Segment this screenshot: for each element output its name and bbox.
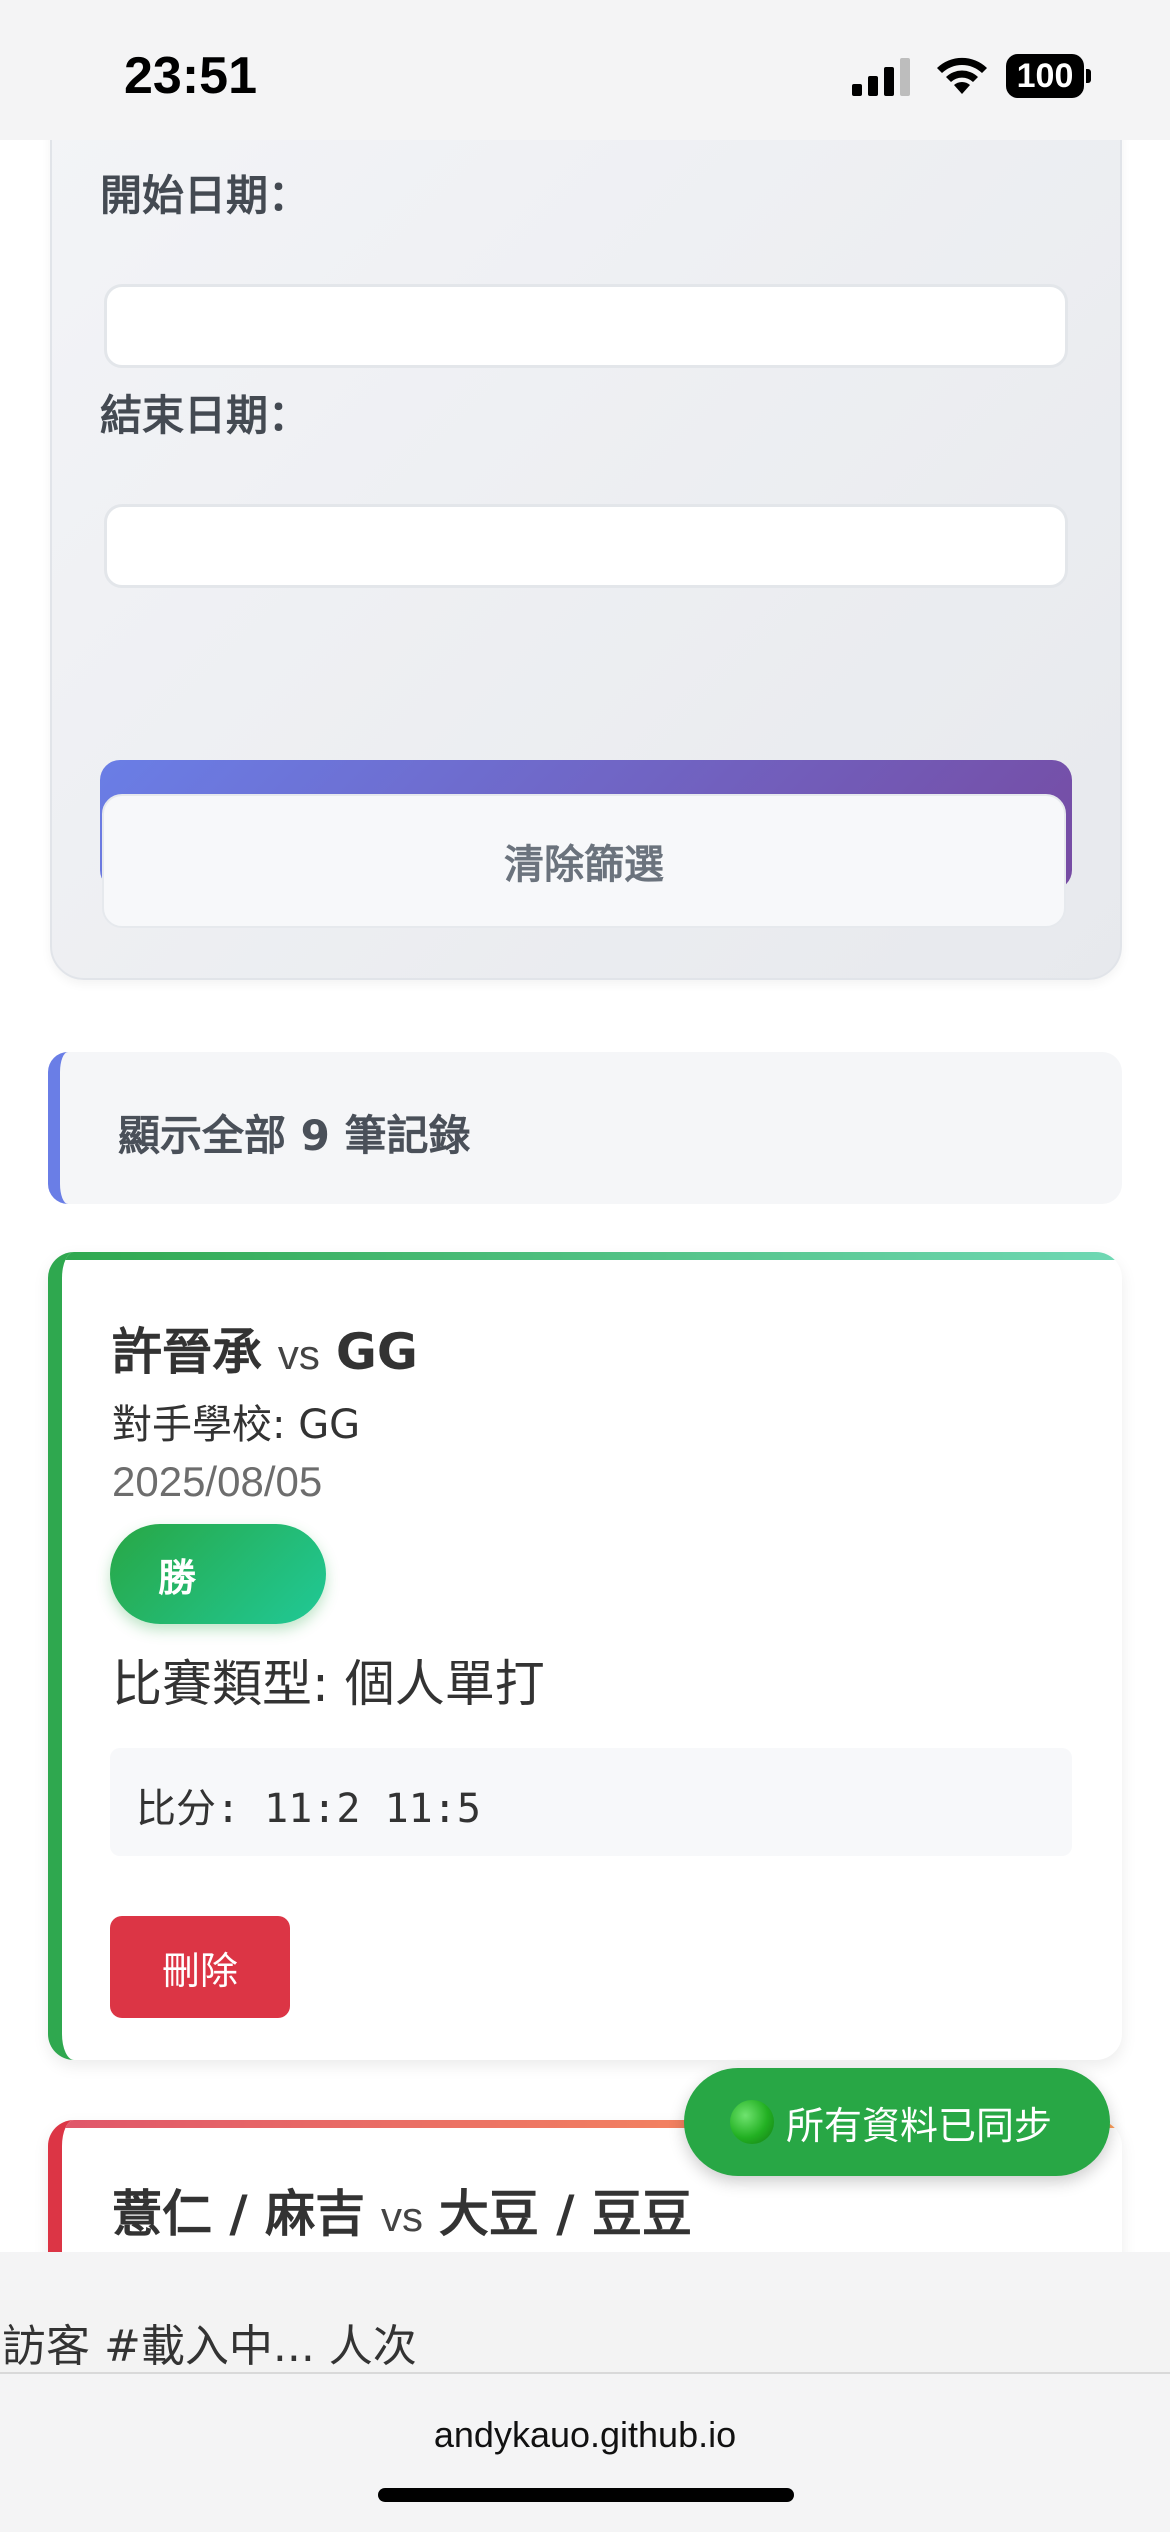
status-time: 23:51 bbox=[124, 47, 257, 105]
records-summary: 顯示全部 9 筆記錄 bbox=[48, 1052, 1122, 1204]
sync-status-label: 所有資料已同步 bbox=[786, 2103, 1053, 2148]
record-card: 許晉承 vs GG 對手學校: GG 2025/08/05 勝 比賽類型: 個人… bbox=[48, 1252, 1122, 2060]
visitor-counter-text: 訪客 #載入中... 人次 bbox=[2, 2321, 417, 2372]
browser-address-bar[interactable]: andykauo.github.io bbox=[0, 2376, 1170, 2532]
opponent-name: GG bbox=[335, 1323, 418, 1381]
score-box: 比分: 11:2 11:5 bbox=[110, 1748, 1072, 1856]
status-bar: 23:51 100 bbox=[0, 0, 1170, 140]
match-type: 比賽類型: 個人單打 bbox=[112, 1655, 545, 1713]
start-date-label: 開始日期： bbox=[100, 171, 311, 220]
vs-label: vs bbox=[277, 1331, 320, 1378]
battery-icon: 100 bbox=[1006, 54, 1091, 98]
player-name: 許晉承 bbox=[112, 1323, 262, 1381]
summary-text: 顯示全部 9 筆記錄 bbox=[118, 1111, 471, 1160]
end-date-label: 結束日期： bbox=[100, 391, 311, 440]
result-badge-win: 勝 bbox=[110, 1524, 326, 1624]
opponent-name: 大豆 / 豆豆 bbox=[438, 2185, 692, 2243]
vs-label: vs bbox=[380, 2193, 423, 2240]
score-text: 比分: 11:2 11:5 bbox=[136, 1786, 481, 1832]
opponent-school: 對手學校: GG bbox=[112, 1402, 361, 1448]
match-title: 許晉承 vs GG bbox=[112, 1312, 418, 1384]
sync-status-toast[interactable]: 所有資料已同步 bbox=[684, 2068, 1110, 2176]
signal-icon bbox=[852, 58, 910, 96]
delete-button[interactable]: 刪除 bbox=[110, 1916, 290, 2018]
card-accent-bar bbox=[62, 1252, 1122, 1260]
player-name: 薏仁 / 麻吉 bbox=[112, 2185, 366, 2243]
wifi-icon bbox=[937, 57, 987, 94]
page-content[interactable]: 開始日期： 結束日期： 套用篩選 清除篩選 顯示全部 9 筆記錄 許晉承 vs … bbox=[0, 140, 1170, 2252]
match-title: 薏仁 / 麻吉 vs 大豆 / 豆豆 bbox=[112, 2174, 692, 2246]
end-date-input[interactable] bbox=[104, 504, 1068, 588]
url-text[interactable]: andykauo.github.io bbox=[0, 2414, 1170, 2456]
match-date: 2025/08/05 bbox=[112, 1458, 323, 1505]
visitor-counter-bar: 訪客 #載入中... 人次 bbox=[0, 2300, 1170, 2374]
home-indicator[interactable] bbox=[378, 2488, 794, 2502]
start-date-input[interactable] bbox=[104, 284, 1068, 368]
battery-level: 100 bbox=[1006, 54, 1084, 98]
clear-filter-button[interactable]: 清除篩選 bbox=[102, 794, 1066, 928]
green-circle-icon bbox=[730, 2100, 774, 2144]
